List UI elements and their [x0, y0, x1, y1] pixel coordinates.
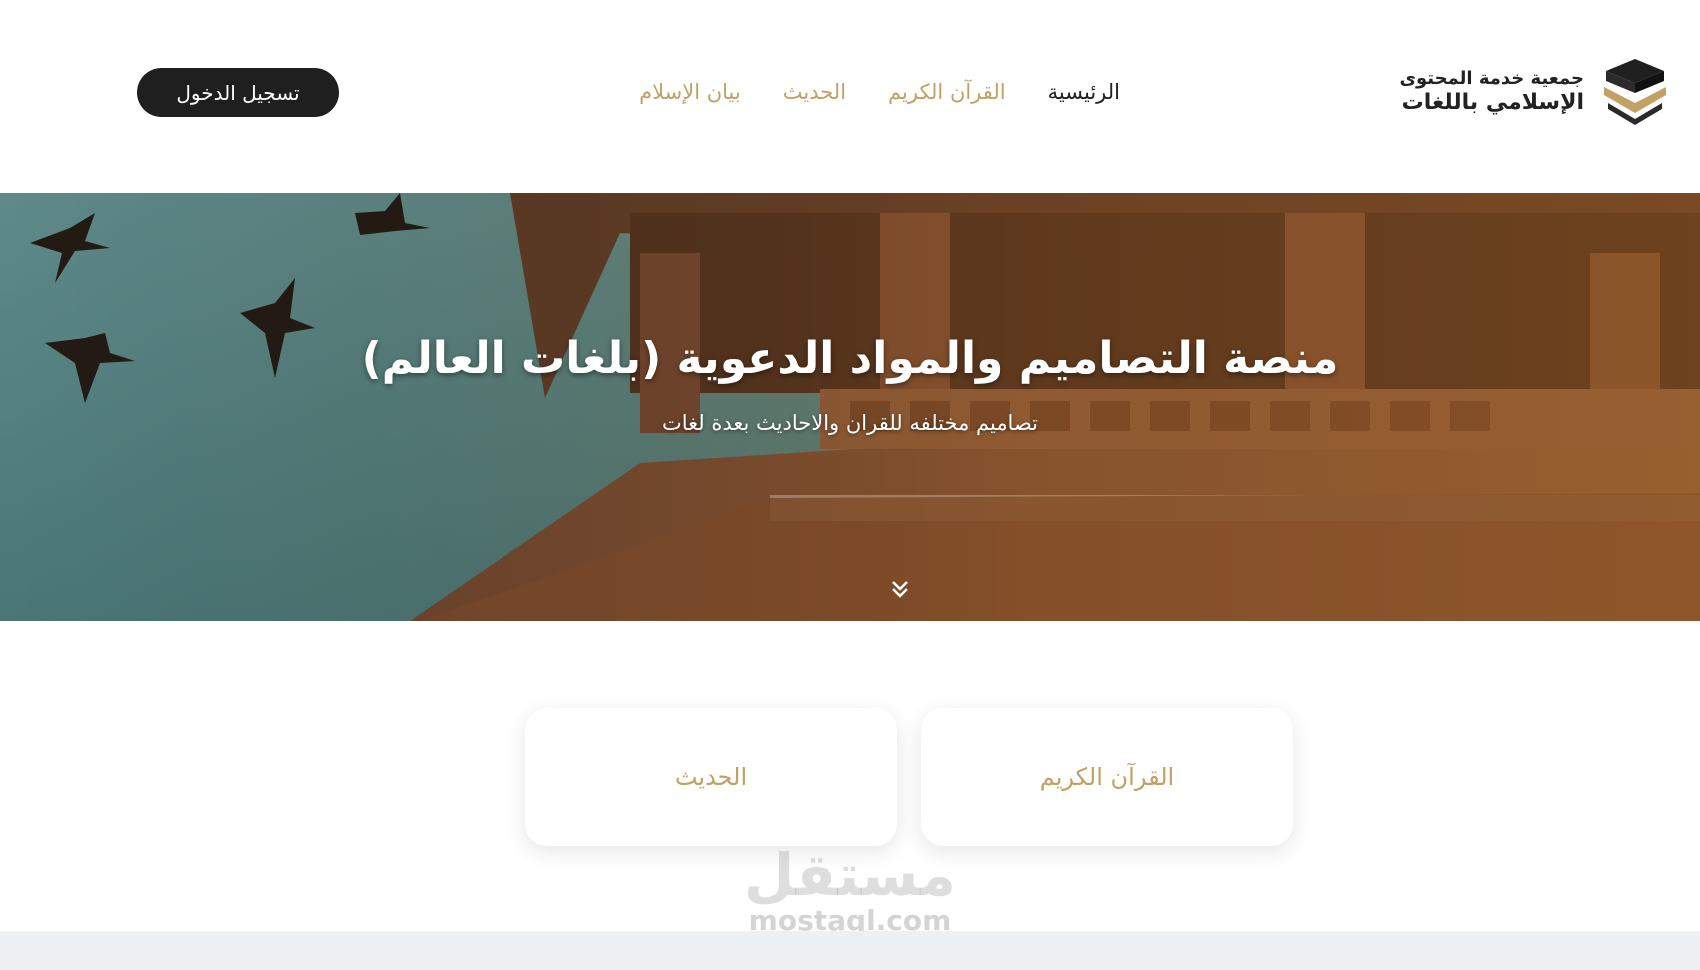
logo-line-2: الإسلامي باللغات [1401, 89, 1584, 115]
nav-item-islam-statement[interactable]: بيان الإسلام [639, 80, 741, 104]
site-logo[interactable]: جمعية خدمة المحتوى الإسلامي باللغات [1399, 52, 1672, 132]
card-quran-label: القرآن الكريم [1039, 763, 1175, 791]
login-button[interactable]: تسجيل الدخول [137, 68, 339, 117]
hero-title: منصة التصاميم والمواد الدعوية (بلغات الع… [361, 333, 1339, 384]
logo-line-1: جمعية خدمة المحتوى [1399, 68, 1584, 89]
card-quran[interactable]: القرآن الكريم [921, 708, 1293, 846]
watermark: مستقل mostaql.com [0, 846, 1700, 937]
card-hadith[interactable]: الحديث [525, 708, 897, 846]
hero-background-image [0, 193, 1700, 621]
footer-band [0, 931, 1700, 970]
kaaba-logo-icon [1604, 59, 1666, 125]
watermark-arabic: مستقل [743, 841, 957, 909]
nav-item-home[interactable]: الرئيسية [1048, 80, 1120, 104]
category-cards: القرآن الكريم الحديث [525, 708, 1295, 846]
logo-text: جمعية خدمة المحتوى الإسلامي باللغات [1399, 68, 1584, 116]
hero-banner: منصة التصاميم والمواد الدعوية (بلغات الع… [0, 193, 1700, 621]
site-header: تسجيل الدخول الرئيسية القرآن الكريم الحد… [0, 0, 1700, 193]
main-nav: الرئيسية القرآن الكريم الحديث بيان الإسل… [560, 72, 1120, 112]
nav-item-hadith[interactable]: الحديث [783, 80, 846, 104]
hero-subtitle: تصاميم مختلفه للقران والاحاديث بعدة لغات [661, 411, 1039, 435]
double-chevron-down-icon[interactable] [890, 579, 910, 599]
nav-item-quran[interactable]: القرآن الكريم [888, 80, 1006, 104]
card-hadith-label: الحديث [674, 763, 748, 791]
